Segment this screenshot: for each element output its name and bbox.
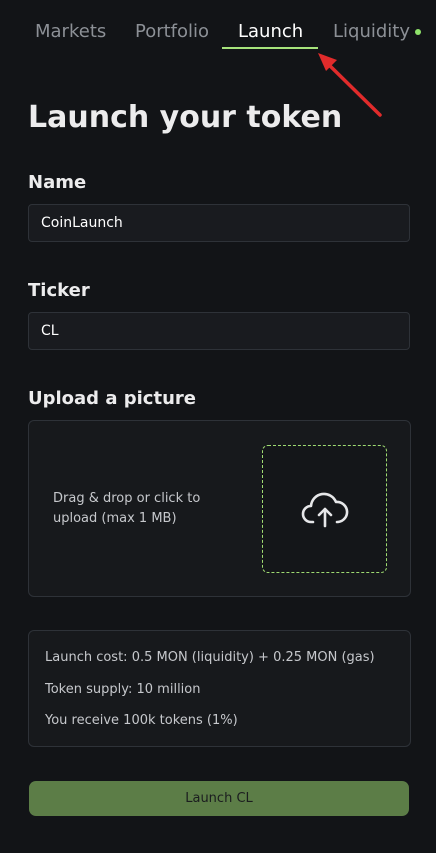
status-dot bbox=[415, 29, 421, 35]
name-input[interactable] bbox=[28, 204, 410, 242]
ticker-input[interactable] bbox=[28, 312, 410, 350]
upload-panel: Drag & drop or click to upload (max 1 MB… bbox=[28, 420, 411, 597]
launch-page: Markets Portfolio Launch Liquidity Launc… bbox=[0, 0, 436, 853]
token-supply-text: Token supply: 10 million bbox=[45, 682, 201, 697]
tab-portfolio[interactable]: Portfolio bbox=[135, 20, 209, 44]
launch-cost-text: Launch cost: 0.5 MON (liquidity) + 0.25 … bbox=[45, 650, 375, 665]
tab-markets[interactable]: Markets bbox=[35, 20, 106, 44]
upload-label: Upload a picture bbox=[28, 388, 196, 409]
tab-liquidity[interactable]: Liquidity bbox=[333, 20, 410, 44]
launch-button[interactable]: Launch CL bbox=[29, 781, 409, 816]
page-title: Launch your token bbox=[28, 100, 343, 135]
launch-info-panel: Launch cost: 0.5 MON (liquidity) + 0.25 … bbox=[28, 630, 411, 747]
receive-text: You receive 100k tokens (1%) bbox=[45, 713, 238, 728]
ticker-label: Ticker bbox=[28, 280, 90, 301]
upload-hint: Drag & drop or click to upload (max 1 MB… bbox=[53, 491, 201, 526]
image-dropzone[interactable] bbox=[262, 445, 387, 573]
cloud-upload-icon bbox=[301, 492, 349, 528]
name-label: Name bbox=[28, 172, 87, 193]
active-tab-indicator bbox=[222, 47, 318, 49]
tab-launch[interactable]: Launch bbox=[238, 20, 303, 44]
